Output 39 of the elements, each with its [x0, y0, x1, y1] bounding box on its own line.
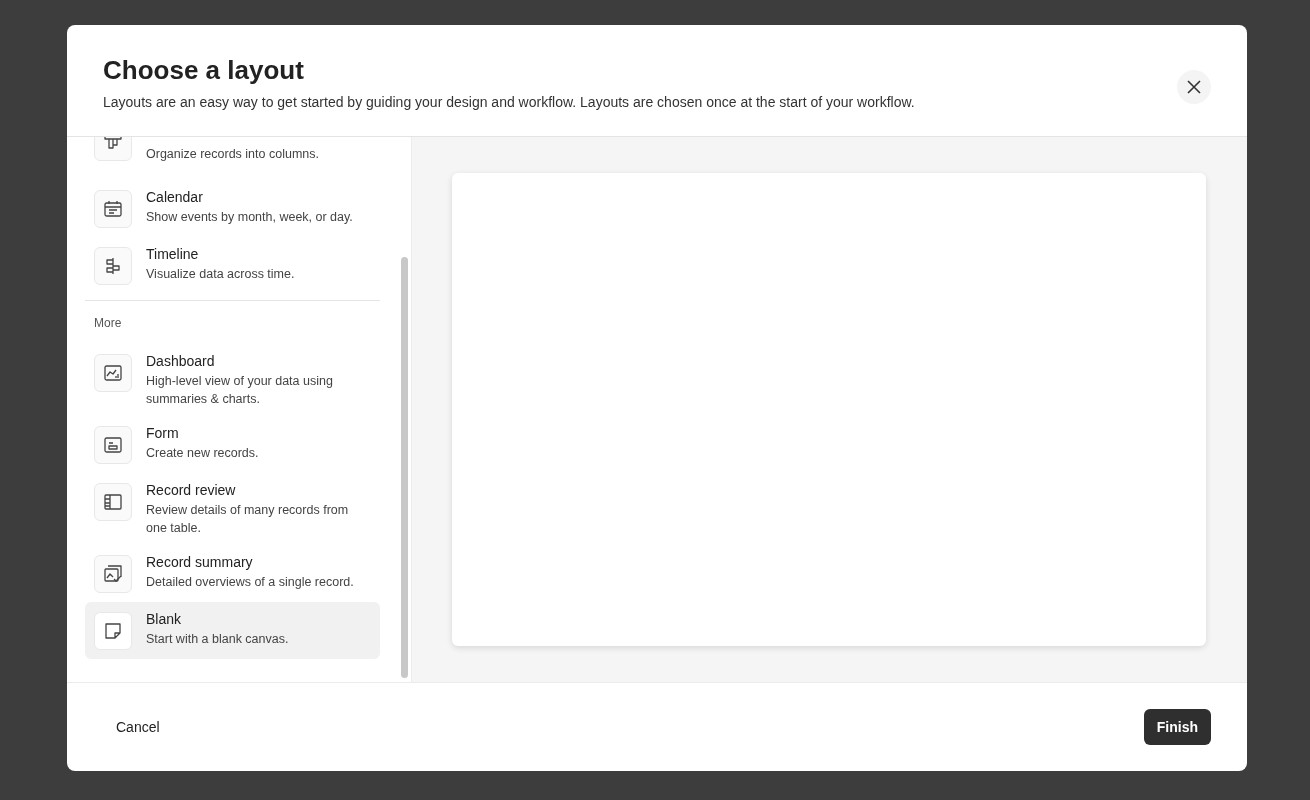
layout-option[interactable]: Form Create new records.: [85, 416, 380, 473]
dialog-title: Choose a layout: [103, 55, 305, 86]
sidebar-layout-icon: [103, 492, 123, 512]
option-description: High-level view of your data using summaries & charts.: [146, 373, 334, 408]
option-description: Detailed overviews of a single record.: [146, 574, 355, 591]
option-title: Calendar: [146, 188, 204, 206]
option-description: Show events by month, week, or day.: [146, 209, 354, 226]
image-check-icon: [103, 564, 123, 584]
option-title: Timeline: [146, 245, 200, 263]
option-description: Create new records.: [146, 445, 260, 462]
layout-option[interactable]: Calendar Show events by month, week, or day.: [85, 180, 380, 237]
cancel-button[interactable]: Cancel: [103, 713, 173, 741]
option-description: Organize records into columns.: [146, 146, 320, 163]
finish-button[interactable]: Finish: [1143, 709, 1211, 745]
option-title: Blank: [146, 610, 183, 628]
option-title: Record review: [146, 481, 237, 499]
columns-icon: [103, 137, 123, 152]
layout-option[interactable]: Timeline Visualize data across time.: [85, 237, 380, 294]
option-description: Review details of many records from one table.: [146, 502, 350, 537]
close-button[interactable]: [1177, 70, 1211, 104]
section-heading: More: [93, 315, 123, 332]
layout-option[interactable]: Dashboard High-level view of your data using summaries & charts.: [85, 344, 380, 416]
note-icon: [103, 621, 123, 641]
option-description: Start with a blank canvas.: [146, 631, 290, 648]
option-title: Dashboard: [146, 352, 216, 370]
form-icon: [103, 435, 123, 455]
close-icon: [1187, 80, 1201, 94]
layout-option[interactable]: Record summary Detailed overviews of a single record.: [85, 545, 380, 602]
timeline-icon: [103, 256, 123, 276]
option-title: Record summary: [146, 553, 254, 571]
option-description: Visualize data across time.: [146, 266, 296, 283]
chart-icon: [103, 363, 123, 383]
layout-option[interactable]: Organize records into columns.: [85, 137, 380, 180]
calendar-icon: [103, 199, 123, 219]
dialog-subtitle: Layouts are an easy way to get started by guiding your design and workflow. Layouts are chosen once at the start of your workflow.: [103, 94, 915, 110]
layout-option[interactable]: Record review Review details of many records from one table.: [85, 473, 380, 545]
layout-option[interactable]: Blank Start with a blank canvas.: [85, 602, 380, 659]
option-title: Form: [146, 424, 180, 442]
scrollbar[interactable]: [401, 257, 408, 678]
